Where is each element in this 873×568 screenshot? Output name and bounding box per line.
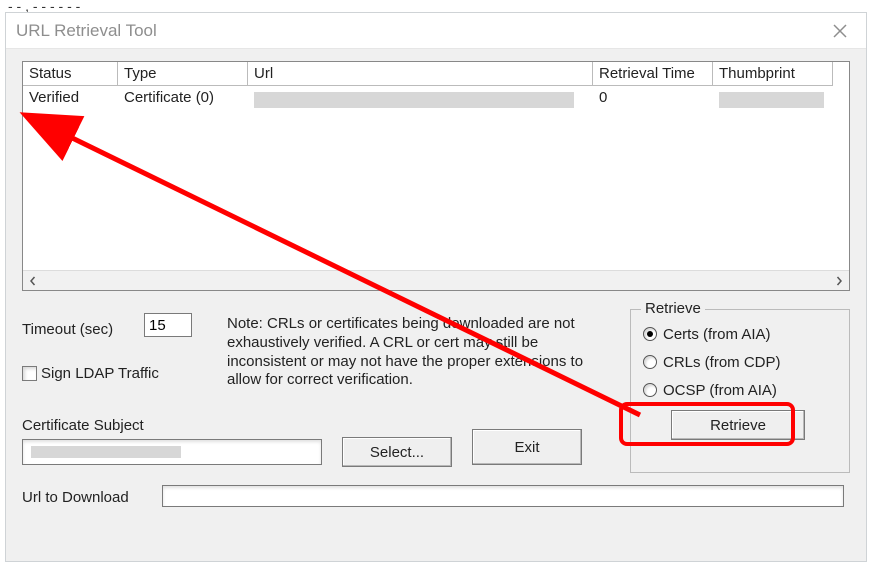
exit-button[interactable]: Exit bbox=[472, 429, 582, 465]
col-header-url[interactable]: Url bbox=[248, 62, 593, 86]
retrieve-button[interactable]: Retrieve bbox=[671, 410, 805, 440]
radio-ocsp-aia[interactable]: OCSP (from AIA) bbox=[643, 376, 839, 404]
radio-icon bbox=[643, 383, 657, 397]
sign-ldap-label: Sign LDAP Traffic bbox=[41, 365, 159, 382]
radio-label: OCSP (from AIA) bbox=[663, 382, 777, 399]
cell-status: Verified bbox=[23, 86, 118, 111]
url-download-input[interactable] bbox=[162, 485, 844, 507]
client-area: Status Type Url Retrieval Time Thumbprin… bbox=[6, 49, 866, 561]
close-icon bbox=[832, 23, 848, 39]
certificate-subject-field bbox=[22, 439, 322, 465]
select-button[interactable]: Select... bbox=[342, 437, 452, 467]
col-header-thumbprint[interactable]: Thumbprint bbox=[713, 62, 833, 86]
horizontal-scrollbar[interactable] bbox=[23, 270, 849, 290]
note-text: Note: CRLs or certificates being downloa… bbox=[227, 315, 587, 390]
sign-ldap-checkbox[interactable] bbox=[22, 366, 37, 381]
titlebar: URL Retrieval Tool bbox=[6, 13, 866, 49]
retrieve-button-label: Retrieve bbox=[710, 417, 766, 434]
select-button-label: Select... bbox=[370, 444, 424, 461]
radio-label: CRLs (from CDP) bbox=[663, 354, 781, 371]
window-title: URL Retrieval Tool bbox=[16, 21, 157, 41]
radio-icon bbox=[643, 327, 657, 341]
radio-icon bbox=[643, 355, 657, 369]
timeout-input[interactable] bbox=[144, 313, 192, 337]
chevron-right-icon bbox=[834, 276, 844, 286]
timeout-label: Timeout (sec) bbox=[22, 321, 113, 338]
close-button[interactable] bbox=[822, 13, 858, 49]
retrieve-legend: Retrieve bbox=[641, 300, 705, 317]
cell-retrieval-time: 0 bbox=[593, 86, 713, 111]
col-header-retrieval-time[interactable]: Retrieval Time bbox=[593, 62, 713, 86]
scroll-right-button[interactable] bbox=[829, 271, 849, 291]
lower-panel: Timeout (sec) Note: CRLs or certificates… bbox=[22, 309, 850, 509]
dialog-window: URL Retrieval Tool Status Type Url Retri… bbox=[5, 12, 867, 562]
cell-type: Certificate (0) bbox=[118, 86, 248, 111]
chevron-left-icon bbox=[28, 276, 38, 286]
radio-label: Certs (from AIA) bbox=[663, 326, 771, 343]
certificate-subject-label: Certificate Subject bbox=[22, 417, 144, 434]
col-header-status[interactable]: Status bbox=[23, 62, 118, 86]
retrieve-groupbox: Retrieve Certs (from AIA) CRLs (from CDP… bbox=[630, 309, 850, 473]
exit-button-label: Exit bbox=[514, 439, 539, 456]
cell-thumbprint bbox=[713, 86, 833, 111]
radio-crls-cdp[interactable]: CRLs (from CDP) bbox=[643, 348, 839, 376]
results-table[interactable]: Status Type Url Retrieval Time Thumbprin… bbox=[22, 61, 850, 291]
scroll-left-button[interactable] bbox=[23, 271, 43, 291]
cell-url bbox=[248, 86, 593, 111]
radio-certs-aia[interactable]: Certs (from AIA) bbox=[643, 320, 839, 348]
col-header-type[interactable]: Type bbox=[118, 62, 248, 86]
url-download-label: Url to Download bbox=[22, 489, 129, 506]
